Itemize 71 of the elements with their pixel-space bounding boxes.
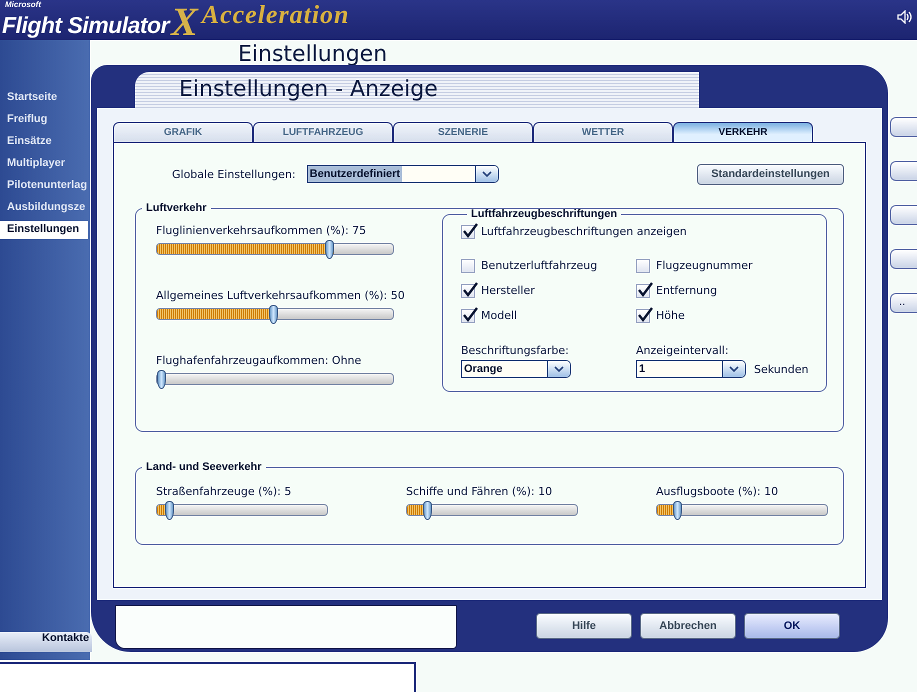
logo-product: Flight Simulator	[2, 12, 170, 38]
side-button[interactable]	[890, 161, 917, 181]
side-button[interactable]: ..	[890, 293, 917, 313]
checkbox-label: Benutzerluftfahrzeug	[481, 259, 598, 272]
slider-thumb[interactable]	[325, 240, 334, 259]
checkbox[interactable]	[461, 308, 475, 322]
chevron-down-icon	[482, 170, 492, 178]
preset-dropdown[interactable]: Benutzerdefiniert	[306, 165, 499, 183]
checkbox-label: Hersteller	[481, 284, 535, 297]
group-title: Luftfahrzeugbeschriftungen	[470, 208, 618, 220]
checkbox[interactable]	[461, 258, 475, 272]
checkbox-label: Höhe	[656, 309, 685, 322]
group-title: Luftverkehr	[145, 202, 208, 214]
side-button[interactable]	[890, 249, 917, 269]
tab[interactable]: VERKEHR	[673, 122, 813, 142]
tab[interactable]: GRAFIK	[113, 122, 253, 142]
dialog-title: Einstellungen - Anzeige	[135, 72, 699, 108]
checkbox[interactable]	[461, 224, 475, 238]
slider-thumb[interactable]	[422, 501, 432, 520]
interval-label: Anzeigeintervall:	[636, 344, 730, 357]
slider-label: Flughafenfahrzeugaufkommen: Ohne	[156, 354, 362, 367]
speaker-icon[interactable]	[897, 10, 913, 24]
logo-mark: X	[171, 2, 198, 42]
checkbox-label: Luftfahrzeugbeschriftungen anzeigen	[481, 225, 687, 238]
side-button[interactable]	[890, 117, 917, 137]
slider-thumb[interactable]	[164, 501, 174, 520]
label-color-dropdown[interactable]: Orange	[461, 360, 571, 378]
slider-label: Allgemeines Luftverkehrsaufkommen (%): 50	[156, 289, 405, 302]
checkbox-label: Modell	[481, 309, 518, 322]
dropdown-arrow-button[interactable]	[547, 361, 570, 377]
logo-edition: Acceleration	[202, 0, 350, 30]
side-button[interactable]	[890, 205, 917, 225]
sidebar-item[interactable]: Pilotenunterlag	[0, 177, 90, 195]
global-settings-label: Globale Einstellungen:	[172, 168, 296, 180]
checkbox[interactable]	[636, 284, 650, 298]
slider-thumb[interactable]	[672, 501, 682, 520]
checkbox-label: Entfernung	[656, 284, 718, 297]
slider-label: Straßenfahrzeuge (%): 5	[156, 485, 292, 498]
interval-dropdown[interactable]: 1	[636, 360, 746, 378]
chevron-down-icon	[729, 366, 739, 372]
dropdown-arrow-button[interactable]	[474, 166, 498, 182]
checkbox-label: Flugzeugnummer	[656, 259, 752, 272]
tab[interactable]: LUFTFAHRZEUG	[253, 122, 393, 142]
default-settings-button[interactable]: Standardeinstellungen	[697, 164, 844, 184]
tab[interactable]: WETTER	[533, 122, 673, 142]
slider-thumb[interactable]	[269, 305, 278, 324]
slider-thumb[interactable]	[157, 370, 166, 389]
sidebar-item[interactable]: Einsätze	[0, 133, 90, 151]
group-title: Land- und Seeverkehr	[145, 461, 263, 473]
sidebar-item[interactable]: Ausbildungsze	[0, 199, 90, 217]
dialog-button[interactable]: OK	[744, 613, 840, 639]
chevron-down-icon	[554, 366, 564, 372]
slider-label: Fluglinienverkehrsaufkommen (%): 75	[156, 224, 366, 237]
dialog-button[interactable]: Hilfe	[536, 613, 632, 639]
sidebar-item[interactable]: Multiplayer	[0, 155, 90, 173]
slider-label: Ausflugsboote (%): 10	[656, 485, 778, 498]
checkbox[interactable]	[461, 284, 475, 298]
logo-brand: Microsoft	[5, 0, 41, 9]
slider-label: Schiffe und Fähren (%): 10	[406, 485, 552, 498]
sidebar-item[interactable]: Einstellungen	[0, 221, 88, 239]
sidebar-item[interactable]: Freiflug	[0, 111, 90, 129]
checkbox[interactable]	[636, 258, 650, 272]
contacts-tab[interactable]: Kontakte	[0, 632, 92, 652]
unit-label: Sekunden	[754, 362, 808, 376]
label-color-label: Beschriftungsfarbe:	[461, 344, 570, 357]
dialog-button[interactable]: Abbrechen	[640, 613, 736, 639]
dropdown-arrow-button[interactable]	[722, 361, 745, 377]
page-title: Einstellungen	[238, 43, 388, 67]
sidebar-item[interactable]: Startseite	[0, 89, 90, 107]
tab[interactable]: SZENERIE	[393, 122, 533, 142]
checkbox[interactable]	[636, 308, 650, 322]
